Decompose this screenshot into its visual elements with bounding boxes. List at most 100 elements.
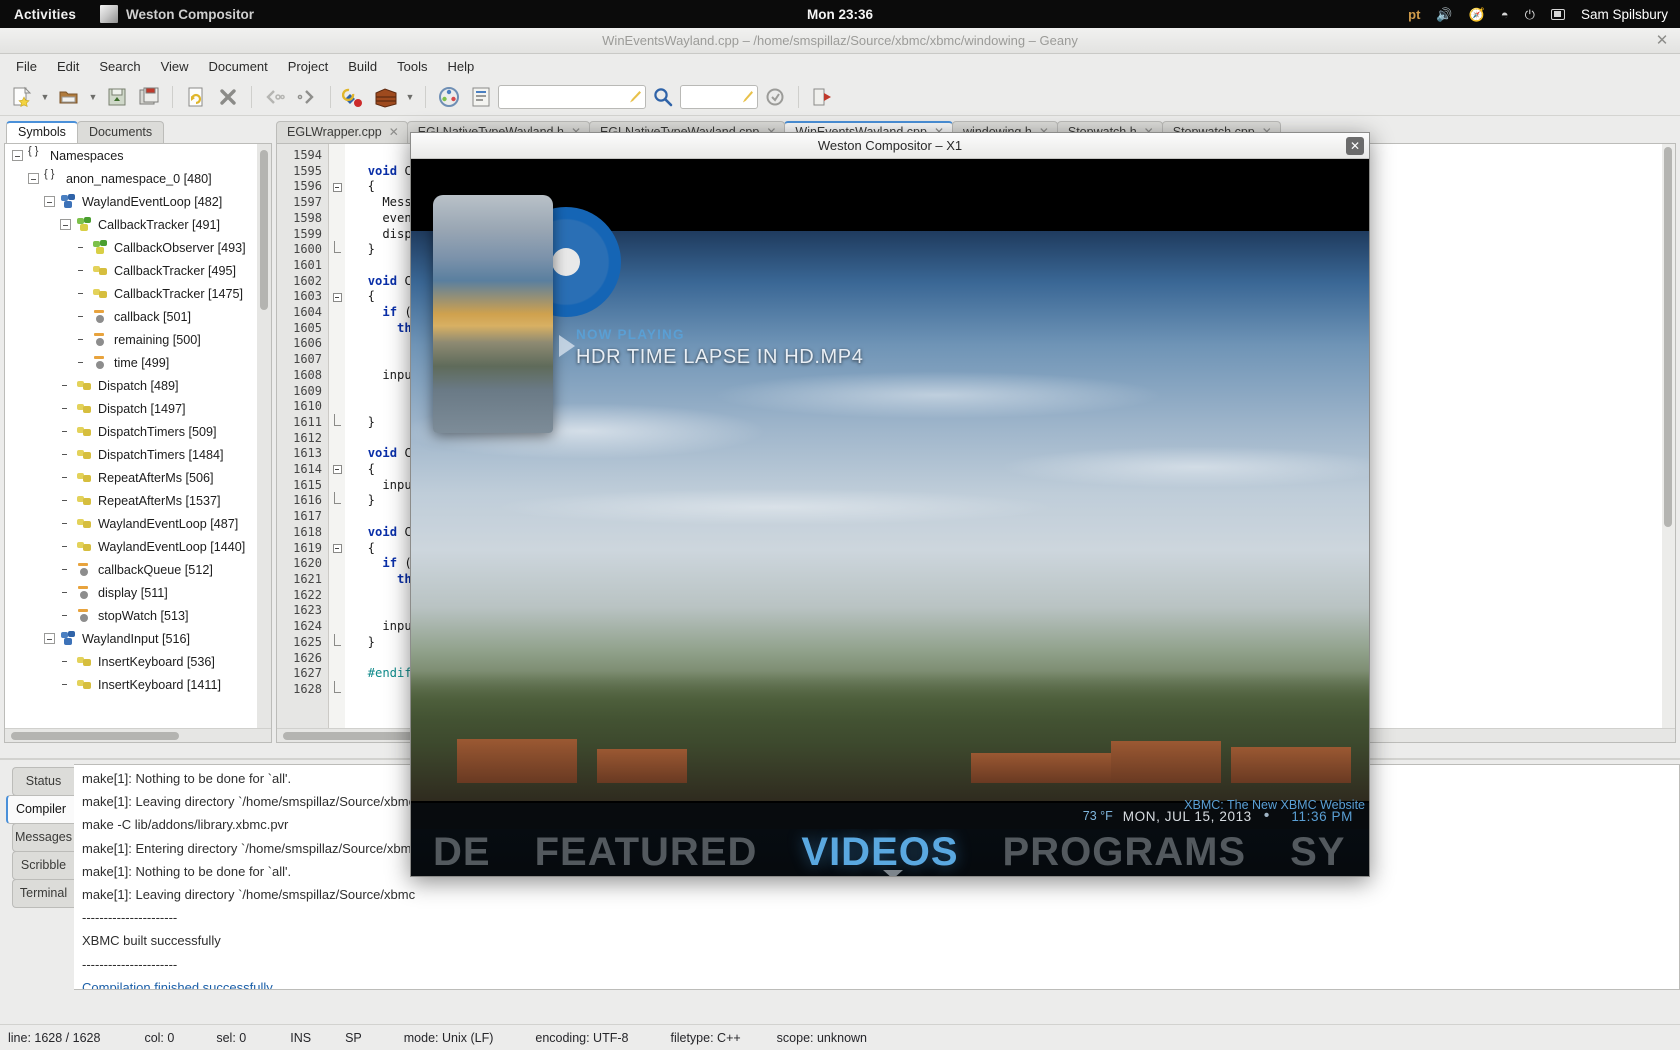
tab-symbols[interactable]: Symbols xyxy=(6,121,78,143)
save-file-icon[interactable] xyxy=(102,82,132,112)
close-file-icon[interactable] xyxy=(213,82,243,112)
nav-item-sy[interactable]: SY xyxy=(1268,830,1367,875)
toolbar-goto-field[interactable] xyxy=(680,85,758,109)
tab-messages[interactable]: Messages xyxy=(12,823,74,852)
menu-search[interactable]: Search xyxy=(89,56,150,77)
document-properties-icon[interactable] xyxy=(466,82,496,112)
tree-item[interactable]: Dispatch [1497] xyxy=(5,397,271,420)
navigate-forward-icon[interactable] xyxy=(292,82,322,112)
tab-terminal[interactable]: Terminal xyxy=(12,879,74,908)
sidebar-horizontal-scrollbar[interactable] xyxy=(5,728,271,742)
scrollbar-thumb[interactable] xyxy=(260,150,268,310)
menu-tools[interactable]: Tools xyxy=(387,56,437,77)
menu-build[interactable]: Build xyxy=(338,56,387,77)
fold-marker[interactable] xyxy=(329,289,345,305)
tree-item[interactable]: RepeatAfterMs [506] xyxy=(5,466,271,489)
tree-expander-icon[interactable] xyxy=(44,633,55,644)
nav-item-featured[interactable]: FEATURED xyxy=(513,830,780,875)
tree-item[interactable]: display [511] xyxy=(5,581,271,604)
search-input[interactable] xyxy=(503,87,630,107)
tree-item[interactable]: InsertKeyboard [536] xyxy=(5,650,271,673)
open-file-icon[interactable] xyxy=(54,82,84,112)
tree-item[interactable]: CallbackObserver [493] xyxy=(5,236,271,259)
tree-item[interactable]: WaylandEventLoop [487] xyxy=(5,512,271,535)
compile-icon[interactable] xyxy=(339,82,369,112)
code-fold-column[interactable] xyxy=(329,144,345,742)
user-menu-label[interactable]: Sam Spilsbury xyxy=(1581,7,1668,22)
tree-item[interactable]: Namespaces xyxy=(5,144,271,167)
nav-item-programs[interactable]: PROGRAMS xyxy=(981,830,1269,875)
tree-item[interactable]: RepeatAfterMs [1537] xyxy=(5,489,271,512)
fold-collapse-icon[interactable] xyxy=(333,293,342,302)
open-file-dropdown-icon[interactable]: ▼ xyxy=(86,82,100,112)
tree-item[interactable]: WaylandEventLoop [482] xyxy=(5,190,271,213)
fold-collapse-icon[interactable] xyxy=(333,465,342,474)
weston-compositor-window[interactable]: Weston Compositor – X1 ✕ NOW PLAYING HDR… xyxy=(410,132,1370,877)
tree-item[interactable]: CallbackTracker [1475] xyxy=(5,282,271,305)
save-all-icon[interactable] xyxy=(134,82,164,112)
scrollbar-thumb[interactable] xyxy=(1664,147,1672,527)
scrollbar-thumb[interactable] xyxy=(11,732,179,740)
goto-line-input[interactable] xyxy=(685,87,743,107)
revert-icon[interactable] xyxy=(181,82,211,112)
app-menu-button[interactable]: Weston Compositor xyxy=(90,5,264,23)
tree-item[interactable]: stopWatch [513] xyxy=(5,604,271,627)
editor-vertical-scrollbar[interactable] xyxy=(1662,144,1675,730)
tree-item[interactable]: callback [501] xyxy=(5,305,271,328)
tree-item[interactable]: DispatchTimers [509] xyxy=(5,420,271,443)
nav-item-de[interactable]: DE xyxy=(411,830,513,875)
menu-view[interactable]: View xyxy=(151,56,199,77)
tree-item[interactable]: WaylandInput [516] xyxy=(5,627,271,650)
tree-item[interactable]: time [499] xyxy=(5,351,271,374)
menu-help[interactable]: Help xyxy=(438,56,485,77)
tree-item[interactable]: CallbackTracker [495] xyxy=(5,259,271,282)
fold-collapse-icon[interactable] xyxy=(333,544,342,553)
fold-collapse-icon[interactable] xyxy=(333,183,342,192)
jump-to-icon[interactable] xyxy=(760,82,790,112)
activities-button[interactable]: Activities xyxy=(0,7,90,22)
editor-tab[interactable]: EGLWrapper.cpp✕ xyxy=(276,121,408,143)
symbols-tree[interactable]: Namespacesanon_namespace_0 [480]WaylandE… xyxy=(4,143,272,743)
tab-status[interactable]: Status xyxy=(12,767,74,796)
menu-document[interactable]: Document xyxy=(199,56,278,77)
navigate-back-icon[interactable] xyxy=(260,82,290,112)
keyboard-layout-indicator[interactable]: pt xyxy=(1408,7,1420,22)
tree-item[interactable]: anon_namespace_0 [480] xyxy=(5,167,271,190)
tree-item[interactable]: CallbackTracker [491] xyxy=(5,213,271,236)
menu-project[interactable]: Project xyxy=(278,56,338,77)
tree-expander-icon[interactable] xyxy=(44,196,55,207)
new-file-icon[interactable] xyxy=(6,82,36,112)
sidebar-vertical-scrollbar[interactable] xyxy=(257,144,271,730)
battery-icon[interactable]: ⏻ xyxy=(1525,8,1535,21)
fold-marker[interactable] xyxy=(329,462,345,478)
tree-item[interactable]: WaylandEventLoop [1440] xyxy=(5,535,271,558)
tree-item[interactable]: InsertKeyboard [1411] xyxy=(5,673,271,696)
close-icon[interactable]: ✕ xyxy=(1346,137,1364,155)
quit-icon[interactable] xyxy=(807,82,837,112)
color-chooser-icon[interactable] xyxy=(434,82,464,112)
tab-scribble[interactable]: Scribble xyxy=(12,851,74,880)
xbmc-nav-strip[interactable]: DE FEATURED VIDEOS PROGRAMS SY xyxy=(411,829,1369,876)
tree-item[interactable]: callbackQueue [512] xyxy=(5,558,271,581)
search-icon[interactable] xyxy=(648,82,678,112)
xbmc-media-center[interactable]: NOW PLAYING HDR TIME LAPSE IN HD.MP4 73 … xyxy=(411,159,1369,876)
tab-compiler[interactable]: Compiler xyxy=(6,795,74,824)
message-icon[interactable] xyxy=(1551,9,1565,20)
tree-expander-icon[interactable] xyxy=(60,219,71,230)
tree-item[interactable]: remaining [500] xyxy=(5,328,271,351)
nav-item-videos[interactable]: VIDEOS xyxy=(779,830,980,875)
close-tab-icon[interactable]: ✕ xyxy=(389,125,399,139)
volume-icon[interactable]: 🔊 xyxy=(1436,8,1452,21)
build-icon[interactable] xyxy=(371,82,401,112)
menu-edit[interactable]: Edit xyxy=(47,56,89,77)
fold-marker[interactable] xyxy=(329,179,345,195)
tree-expander-icon[interactable] xyxy=(28,173,39,184)
bluetooth-icon[interactable]: 🧭 xyxy=(1469,8,1485,21)
wifi-icon[interactable]: ◓ xyxy=(1501,8,1509,21)
fold-marker[interactable] xyxy=(329,540,345,556)
tab-documents[interactable]: Documents xyxy=(77,121,164,143)
menu-file[interactable]: File xyxy=(6,56,47,77)
tree-expander-icon[interactable] xyxy=(12,150,23,161)
new-file-dropdown-icon[interactable]: ▼ xyxy=(38,82,52,112)
clock[interactable]: Mon 23:36 xyxy=(807,7,873,22)
